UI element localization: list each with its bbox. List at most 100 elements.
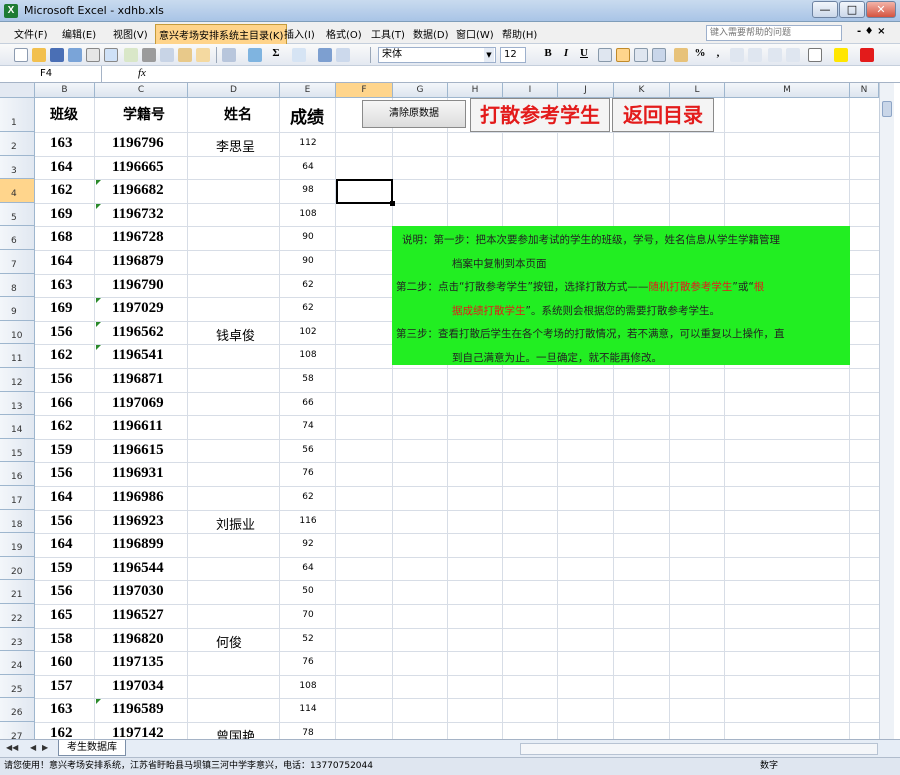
row-header[interactable]: 22 [0,604,35,628]
menu-edit[interactable]: 编辑(E) [62,26,96,41]
fill-color-icon[interactable] [834,48,848,62]
new-file-icon[interactable] [14,48,28,62]
save-icon[interactable] [50,48,64,62]
column-header-m[interactable]: M [725,83,850,98]
increase-indent-icon[interactable] [786,48,800,62]
merge-center-icon[interactable] [652,48,666,62]
print-icon[interactable] [86,48,100,62]
row-header[interactable]: 11 [0,344,35,368]
menu-system-main[interactable]: 意兴考场安排系统主目录(K) [155,24,288,45]
spelling-icon[interactable] [124,48,138,62]
menu-format[interactable]: 格式(O) [326,26,362,41]
row-header[interactable]: 6 [0,226,35,250]
row-header[interactable]: 1 [0,98,35,132]
doc-window-controls[interactable]: - ♦ × [857,26,885,37]
undo-icon[interactable] [222,48,236,62]
chevron-down-icon[interactable]: ▼ [484,48,494,62]
minimize-button[interactable]: — [812,1,838,18]
column-header-l[interactable]: L [670,83,725,98]
row-header[interactable]: 10 [0,320,35,345]
underline-button[interactable]: U [576,47,592,63]
row-header[interactable]: 5 [0,202,35,227]
column-header-j[interactable]: J [558,83,614,98]
font-color-icon[interactable] [860,48,874,62]
row-header[interactable]: 14 [0,415,35,439]
borders-icon[interactable] [808,48,822,62]
clear-data-button[interactable]: 清除原数据 [362,100,466,128]
hyperlink-icon[interactable] [248,48,262,62]
menu-window[interactable]: 窗口(W) [456,26,494,41]
scrollbar-thumb[interactable] [882,101,892,117]
font-name-select[interactable]: 宋体 ▼ [378,47,496,63]
row-header[interactable]: 7 [0,250,35,274]
print-preview-icon[interactable] [104,48,118,62]
row-header[interactable]: 2 [0,132,35,156]
row-header[interactable]: 21 [0,580,35,604]
row-header[interactable]: 27 [0,722,35,739]
row-header[interactable]: 26 [0,698,35,722]
horizontal-scrollbar[interactable] [520,743,878,755]
select-all-corner[interactable] [0,83,35,98]
menu-data[interactable]: 数据(D) [413,26,449,41]
column-header-c[interactable]: C [95,83,188,98]
close-button[interactable]: ✕ [866,1,896,18]
maximize-button[interactable]: □ [839,1,865,18]
font-size-select[interactable]: 12 [500,47,526,63]
increase-decimal-icon[interactable] [730,48,744,62]
align-center-icon[interactable] [616,48,630,62]
zoom-icon[interactable] [336,48,350,62]
row-header[interactable]: 24 [0,651,35,675]
bold-button[interactable]: B [540,47,556,63]
column-header-g[interactable]: G [393,83,448,98]
row-header[interactable]: 3 [0,155,35,180]
percent-button[interactable]: % [692,47,708,63]
column-header-k[interactable]: K [614,83,670,98]
sheet-tab-students[interactable]: 考生数据库 [58,740,126,756]
row-header[interactable]: 25 [0,674,35,699]
menu-tools[interactable]: 工具(T) [371,26,405,41]
column-header-i[interactable]: I [503,83,558,98]
row-header[interactable]: 9 [0,297,35,321]
column-header-h[interactable]: H [448,83,503,98]
name-box[interactable]: F4 [6,66,102,82]
permission-icon[interactable] [68,48,82,62]
currency-icon[interactable] [674,48,688,62]
next-sheet-icon[interactable]: ▶ [42,743,48,752]
row-header[interactable]: 19 [0,533,35,557]
fx-icon[interactable]: fx [138,67,146,79]
decrease-indent-icon[interactable] [768,48,782,62]
row-header[interactable]: 12 [0,368,35,392]
column-header-e[interactable]: E [280,83,336,98]
fill-handle[interactable] [390,201,395,206]
menu-help[interactable]: 帮助(H) [502,26,537,41]
column-header-d[interactable]: D [188,83,280,98]
active-cell-f4[interactable] [336,179,395,206]
row-header[interactable]: 8 [0,273,35,298]
column-header-f[interactable]: F [336,83,393,98]
column-header-n[interactable]: N [850,83,879,98]
row-header[interactable]: 18 [0,509,35,534]
menu-view[interactable]: 视图(V) [113,26,148,41]
comma-button[interactable]: , [710,47,726,63]
row-header[interactable]: 4 [0,179,35,203]
decrease-decimal-icon[interactable] [748,48,762,62]
menu-file[interactable]: 文件(F) [14,26,48,41]
row-header[interactable]: 20 [0,556,35,581]
align-right-icon[interactable] [634,48,648,62]
shuffle-students-button[interactable]: 打散参考学生 [470,98,610,132]
prev-sheet-icon[interactable]: ◀ [30,743,36,752]
spreadsheet-grid[interactable]: BCDEFGHIJKLMN 1 2 3 4 5 6 7 8 9 10 11 12 13 14 15 16 17 1… [0,83,900,739]
menu-insert[interactable]: 插入(I) [284,26,315,41]
help-search-input[interactable]: 键入需要帮助的问题 [706,25,842,41]
chart-wizard-icon[interactable] [318,48,332,62]
cut-icon[interactable] [142,48,156,62]
row-header[interactable]: 13 [0,391,35,416]
row-header[interactable]: 15 [0,438,35,463]
copy-icon[interactable] [160,48,174,62]
row-header[interactable]: 17 [0,486,35,510]
row-header[interactable]: 23 [0,627,35,652]
italic-button[interactable]: I [558,47,574,63]
column-header-b[interactable]: B [35,83,95,98]
autosum-icon[interactable]: Σ [268,47,284,63]
row-header[interactable]: 16 [0,462,35,486]
